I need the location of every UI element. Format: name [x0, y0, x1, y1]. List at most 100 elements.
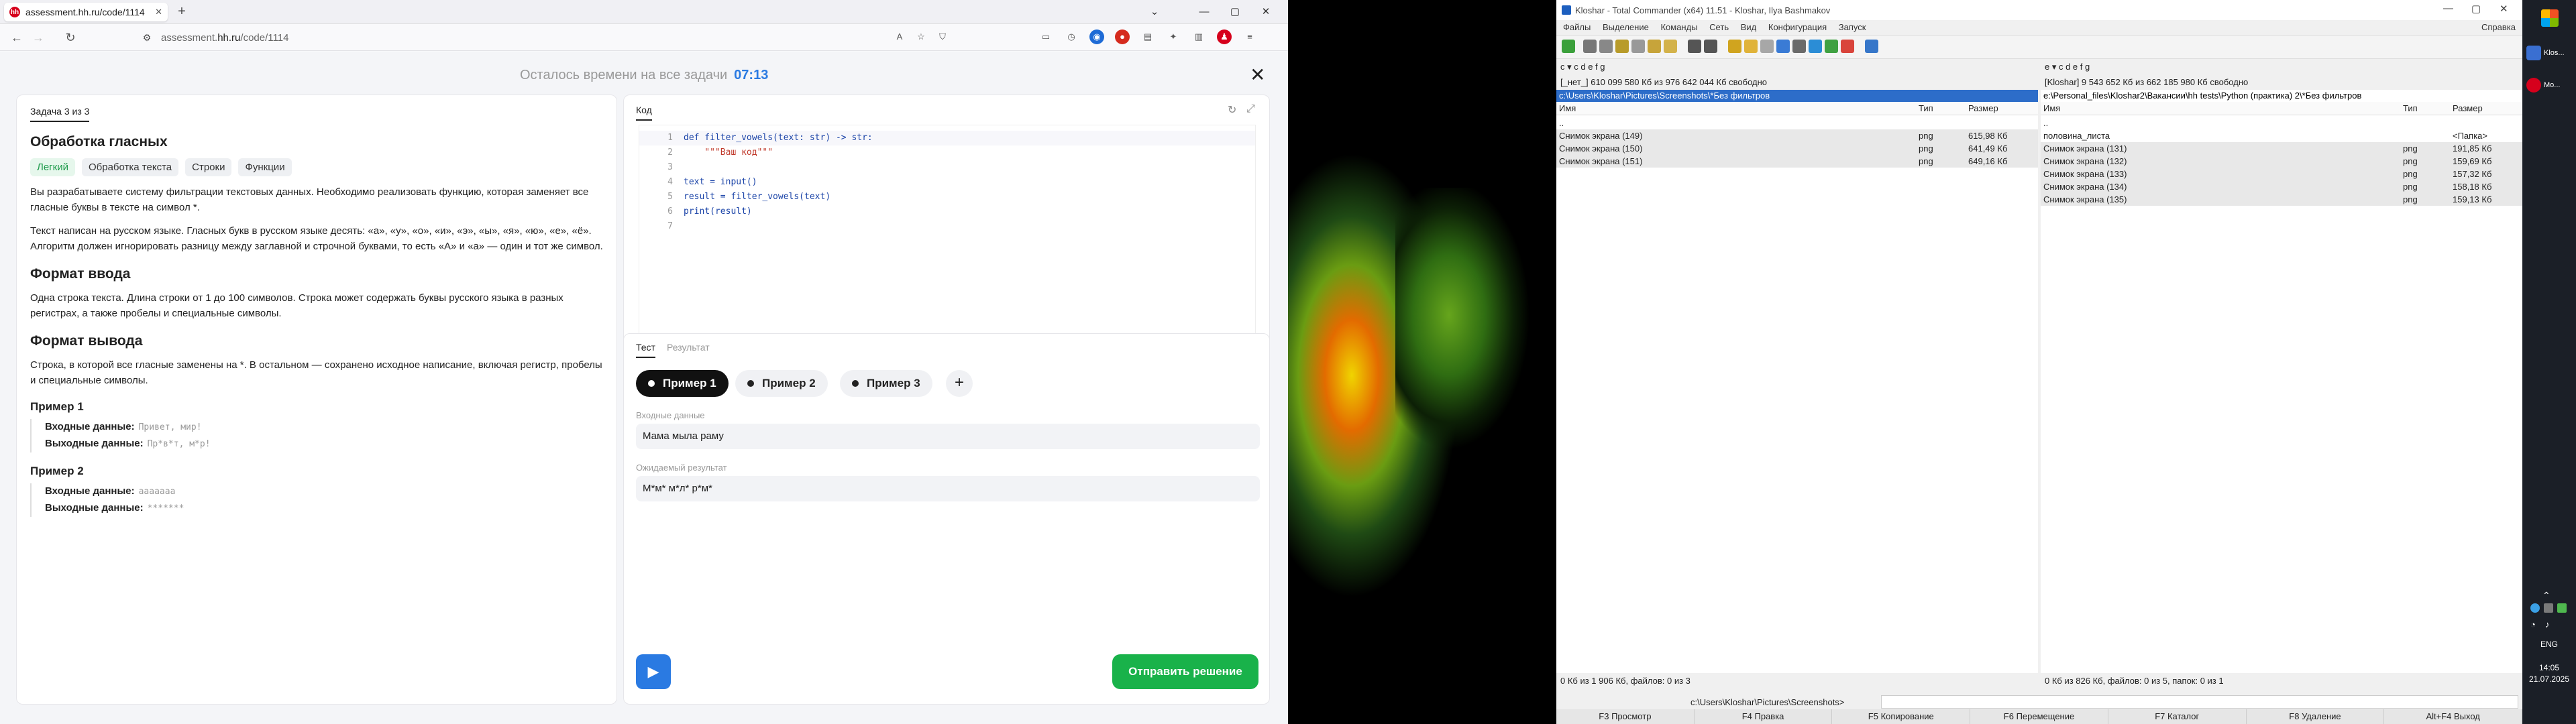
translate-icon[interactable]: A [892, 29, 907, 44]
new-tab-button[interactable]: + [173, 4, 191, 20]
ftp-icon[interactable] [1825, 40, 1838, 53]
full-view-icon[interactable] [1599, 40, 1613, 53]
fullscreen-icon[interactable]: ⤢ [1246, 103, 1255, 115]
close-tab-icon[interactable]: ✕ [155, 7, 162, 17]
sync-icon[interactable] [1809, 40, 1822, 53]
drive-selector[interactable]: c ▾ c d e f g [1556, 59, 2038, 75]
file-row[interactable]: .. [1556, 117, 2038, 129]
file-row[interactable]: Снимок экрана (131) png 191,85 Кб [2041, 142, 2522, 155]
extension-red-icon[interactable]: ● [1115, 29, 1130, 44]
extension-icon[interactable]: ▤ [1140, 29, 1155, 44]
file-row[interactable]: Снимок экрана (133) png 157,32 Кб [2041, 168, 2522, 180]
folder-icon[interactable] [1728, 40, 1741, 53]
menu-view[interactable]: Вид [1741, 22, 1757, 32]
path-bar[interactable]: e:\Personal_files\Kloshar2\Вакансии\hh t… [2041, 90, 2522, 102]
file-row[interactable]: .. [2041, 117, 2522, 129]
tab-list-icon[interactable]: ⌄ [1144, 4, 1165, 20]
col-size[interactable]: Размер [2453, 103, 2483, 113]
back-icon[interactable] [1688, 40, 1701, 53]
pack-icon[interactable] [1648, 40, 1661, 53]
command-input[interactable] [1881, 695, 2518, 709]
folder-row[interactable]: половина_листа <Папка> [2041, 129, 2522, 142]
tray-chevron-icon[interactable]: ⌃ [2542, 590, 2551, 601]
extensions-puzzle-icon[interactable]: ✦ [1166, 29, 1181, 44]
minimize-button[interactable]: — [1194, 4, 1214, 20]
profile-icon[interactable]: ♟ [1217, 29, 1232, 44]
network-icon[interactable]: ◔ [2530, 619, 2536, 629]
tab-code[interactable]: Код [636, 105, 652, 121]
f7-mkdir-button[interactable]: F7 Каталог [2108, 709, 2247, 724]
example-1-button[interactable]: Пример 1 [636, 370, 729, 397]
volume-icon[interactable]: ♪ [2545, 619, 2550, 629]
drive-selector[interactable]: e ▾ c d e f g [2041, 59, 2522, 75]
tree-icon[interactable] [1615, 40, 1629, 53]
f8-delete-button[interactable]: F8 Удаление [2247, 709, 2385, 724]
reset-icon[interactable]: ↻ [1228, 103, 1236, 117]
menu-icon[interactable]: ≡ [1242, 29, 1257, 44]
close-icon[interactable]: ✕ [1250, 64, 1265, 86]
f3-view-button[interactable]: F3 Просмотр [1556, 709, 1695, 724]
file-row[interactable]: Снимок экрана (135) png 159,13 Кб [2041, 193, 2522, 206]
page-info-icon[interactable]: ⚙ [138, 29, 156, 46]
maximize-button[interactable]: ▢ [2471, 3, 2481, 15]
example-3-button[interactable]: Пример 3 [840, 370, 932, 397]
tab-test[interactable]: Тест [636, 342, 655, 358]
bookmark-star-icon[interactable]: ☆ [914, 29, 928, 44]
close-window-button[interactable]: ✕ [1256, 4, 1276, 20]
submit-button[interactable]: Отправить решение [1112, 654, 1258, 689]
file-row[interactable]: Снимок экрана (150) png 641,49 Кб [1556, 142, 2038, 155]
unpack-icon[interactable] [1664, 40, 1677, 53]
tab-result[interactable]: Результат [667, 342, 710, 353]
file-row[interactable]: Снимок экрана (149) png 615,98 Кб [1556, 129, 2038, 142]
menu-commands[interactable]: Команды [1660, 22, 1697, 32]
taskbar-app-kloshar[interactable]: Klos... [2526, 42, 2572, 64]
run-button[interactable]: ▶ [636, 654, 671, 689]
language-indicator[interactable]: ENG [2522, 640, 2576, 649]
exit-button[interactable]: Alt+F4 Выход [2384, 709, 2523, 724]
brief-view-icon[interactable] [1583, 40, 1597, 53]
notepad-icon[interactable] [1841, 40, 1854, 53]
file-row[interactable]: Снимок экрана (132) png 159,69 Кб [2041, 155, 2522, 168]
taskbar-app-browser[interactable]: Mo... [2526, 74, 2572, 97]
col-type[interactable]: Тип [1919, 103, 1933, 113]
tray-app-icon[interactable] [2557, 603, 2567, 613]
file-row[interactable]: Снимок экрана (134) png 158,18 Кб [2041, 180, 2522, 193]
settings-icon[interactable] [1865, 40, 1878, 53]
browser-tab[interactable]: hh assessment.hh.ru/code/1114 ✕ [4, 3, 168, 21]
code-editor[interactable]: 1 def filter_vowels(text: str) -> str: 2 … [639, 125, 1256, 356]
tray-app-icon[interactable] [2544, 603, 2553, 613]
back-icon[interactable]: ← [8, 29, 25, 46]
start-icon[interactable] [2541, 9, 2559, 27]
thumbnails-icon[interactable] [1631, 40, 1645, 53]
f5-copy-button[interactable]: F5 Копирование [1832, 709, 1971, 724]
close-window-button[interactable]: ✕ [2500, 3, 2508, 15]
f6-move-button[interactable]: F6 Перемещение [1970, 709, 2108, 724]
reload-icon[interactable]: ↻ [62, 29, 79, 46]
forward-icon[interactable]: → [30, 29, 47, 46]
col-name[interactable]: Имя [2043, 103, 2060, 113]
clock[interactable]: 14:05 21.07.2025 [2522, 662, 2576, 685]
col-name[interactable]: Имя [1559, 103, 1576, 113]
menu-start[interactable]: Запуск [1839, 22, 1866, 32]
maximize-button[interactable]: ▢ [1225, 4, 1245, 20]
tray-app-icon[interactable] [2530, 603, 2540, 613]
col-type[interactable]: Тип [2403, 103, 2418, 113]
add-example-icon[interactable]: + [946, 370, 973, 397]
address-bar[interactable]: assessment. hh.ru/code/1114 [161, 28, 932, 47]
menu-selection[interactable]: Выделение [1603, 22, 1649, 32]
shield-icon[interactable]: ⛉ [935, 29, 950, 44]
input-data-field[interactable]: Мама мыла раму [636, 424, 1260, 449]
extension-blue-icon[interactable]: ◉ [1089, 29, 1104, 44]
file-row[interactable]: Снимок экрана (151) png 649,16 Кб [1556, 155, 2038, 168]
history-icon[interactable]: ◷ [1064, 29, 1079, 44]
minimize-button[interactable]: — [2443, 3, 2453, 14]
multi-rename-icon[interactable] [1776, 40, 1790, 53]
refresh-icon[interactable] [1562, 40, 1575, 53]
compare-icon[interactable] [1792, 40, 1806, 53]
f4-edit-button[interactable]: F4 Правка [1695, 709, 1833, 724]
menu-configuration[interactable]: Конфигурация [1768, 22, 1827, 32]
menu-network[interactable]: Сеть [1709, 22, 1729, 32]
col-size[interactable]: Размер [1968, 103, 1998, 113]
menu-files[interactable]: Файлы [1563, 22, 1591, 32]
folder-icon[interactable] [1744, 40, 1758, 53]
